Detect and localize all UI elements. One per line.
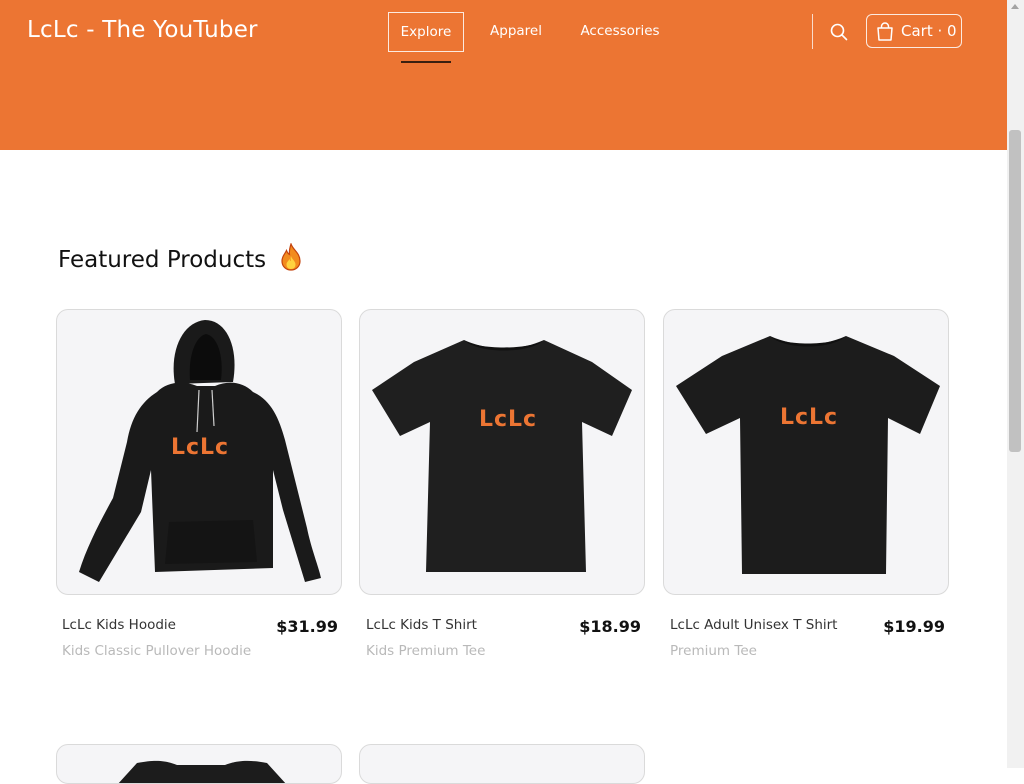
product-card-image[interactable] xyxy=(56,744,342,784)
product-name[interactable]: LcLc Kids Hoodie xyxy=(62,617,176,633)
page-scrollbar[interactable] xyxy=(1007,0,1024,768)
scroll-thumb[interactable] xyxy=(1009,130,1021,452)
search-icon xyxy=(830,23,848,41)
nav-apparel[interactable]: Apparel xyxy=(482,12,550,50)
adult-tee-logo: LcLc xyxy=(780,405,838,430)
product-price: $19.99 xyxy=(883,617,945,636)
shopping-bag-icon xyxy=(877,22,893,41)
product-subtitle: Kids Premium Tee xyxy=(366,643,486,659)
store-brand[interactable]: LcLc - The YouTuber xyxy=(27,17,258,43)
scroll-up-arrow-icon[interactable] xyxy=(1011,4,1019,9)
fire-icon xyxy=(281,243,302,271)
product-card-adult-tee-image[interactable]: LcLc xyxy=(663,309,949,595)
product-subtitle: Kids Classic Pullover Hoodie xyxy=(62,643,252,659)
cart-button[interactable]: Cart · 0 xyxy=(866,14,962,48)
product-card-kids-tee-image[interactable]: LcLc xyxy=(359,309,645,595)
site-header: LcLc - The YouTuber Explore Apparel Acce… xyxy=(0,0,1007,150)
black-tshirt-image: LcLc xyxy=(676,336,940,574)
black-hoodie-image: LcLc xyxy=(79,320,321,582)
section-title-text: Featured Products xyxy=(58,247,267,273)
black-tshirt-image: LcLc xyxy=(372,340,632,572)
cart-label: Cart · 0 xyxy=(901,22,957,40)
product-name[interactable]: LcLc Kids T Shirt xyxy=(366,617,477,633)
nav-accessories[interactable]: Accessories xyxy=(574,12,666,50)
product-price: $18.99 xyxy=(579,617,641,636)
product-card-image[interactable] xyxy=(359,744,645,784)
header-divider xyxy=(812,14,813,49)
kids-tee-logo: LcLc xyxy=(479,407,537,432)
product-name[interactable]: LcLc Adult Unisex T Shirt xyxy=(670,617,837,633)
search-button[interactable] xyxy=(829,22,849,42)
product-subtitle: Premium Tee xyxy=(670,643,757,659)
nav-explore[interactable]: Explore xyxy=(388,12,464,52)
featured-products-title: Featured Products xyxy=(58,243,303,273)
product-card-hoodie-image[interactable]: LcLc xyxy=(56,309,342,595)
product-price: $31.99 xyxy=(276,617,338,636)
black-tshirt-image xyxy=(118,760,286,783)
active-nav-indicator xyxy=(401,61,451,63)
hoodie-logo: LcLc xyxy=(171,435,229,460)
